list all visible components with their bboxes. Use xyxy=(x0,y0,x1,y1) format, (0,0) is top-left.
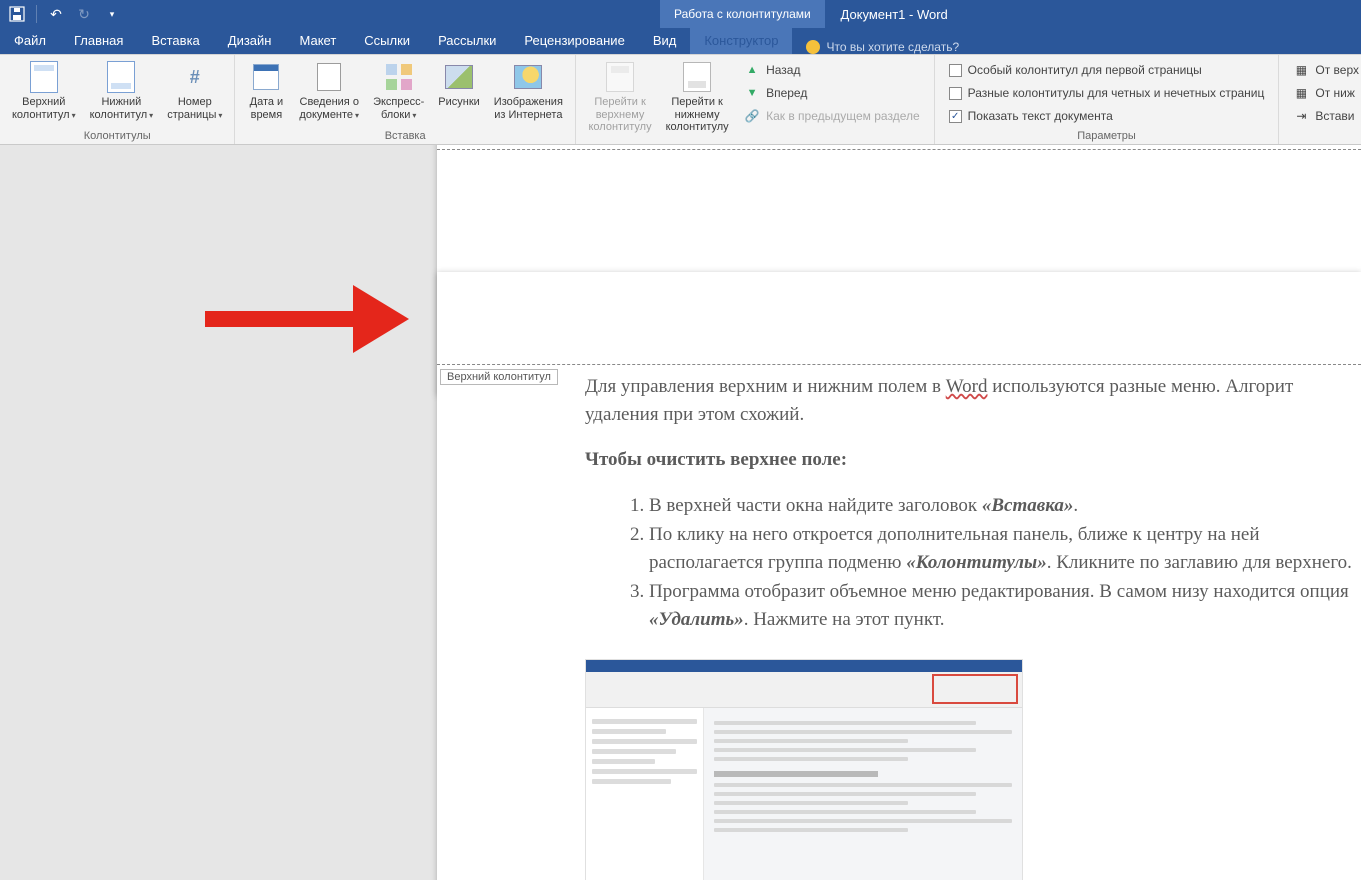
arrow-down-icon: ▼ xyxy=(744,85,760,101)
contextual-tab-title: Работа с колонтитулами xyxy=(660,0,825,28)
online-pictures-button[interactable]: Изображения из Интернета xyxy=(488,57,569,123)
group-label-position xyxy=(1285,129,1361,144)
embedded-screenshot xyxy=(585,659,1023,880)
tab-constructor[interactable]: Конструктор xyxy=(690,27,792,54)
checkbox-icon xyxy=(949,87,962,100)
opt-first-page[interactable]: Особый колонтитул для первой страницы xyxy=(945,59,1269,81)
list-item: В верхней части окна найдите заголовок «… xyxy=(649,492,1361,520)
nav-prev-button[interactable]: ▲ Назад xyxy=(740,59,924,81)
titlebar: ↶ ↻ ▾ Работа с колонтитулами Документ1 -… xyxy=(0,0,1361,28)
ruler-bottom-icon: ▦ xyxy=(1293,85,1309,101)
globe-icon xyxy=(514,65,542,89)
doc-icon xyxy=(317,63,341,91)
nav-next-button[interactable]: ▼ Вперед xyxy=(740,82,924,104)
header-boundary xyxy=(437,364,1361,365)
tell-me-placeholder: Что вы хотите сделать? xyxy=(826,40,959,54)
link-icon: 🔗 xyxy=(744,108,760,124)
docinfo-button[interactable]: Сведения о документе▾ xyxy=(293,57,365,123)
list-item: Программа отобразит объемное меню редакт… xyxy=(649,578,1361,633)
bulb-icon xyxy=(806,40,820,54)
steps-list: В верхней части окна найдите заголовок «… xyxy=(585,492,1361,634)
tab-view[interactable]: Вид xyxy=(639,27,691,54)
document-area[interactable]: Верхний колонтитул Для управления верхни… xyxy=(0,145,1361,880)
arrow-up-icon: ▲ xyxy=(744,62,760,78)
header-icon xyxy=(30,61,58,93)
document-body[interactable]: Для управления верхним и нижним полем в … xyxy=(585,373,1361,635)
goto-header-button: Перейти к верхнему колонтитулу xyxy=(582,57,658,136)
redo-icon[interactable]: ↻ xyxy=(75,5,93,23)
undo-icon[interactable]: ↶ xyxy=(47,5,65,23)
blocks-icon xyxy=(386,64,412,90)
header-button[interactable]: Верхний колонтитул▾ xyxy=(6,57,82,123)
pos-from-top[interactable]: ▦ От верх xyxy=(1289,59,1361,81)
group-label-insert: Вставка xyxy=(241,129,569,144)
hash-icon: # xyxy=(190,67,200,88)
footer-icon xyxy=(107,61,135,93)
quickparts-button[interactable]: Экспресс- блоки▾ xyxy=(367,57,430,123)
list-item: По клику на него откроется дополнительна… xyxy=(649,521,1361,576)
tell-me-search[interactable]: Что вы хотите сделать? xyxy=(792,40,959,54)
tab-layout[interactable]: Макет xyxy=(285,27,350,54)
page-number-button[interactable]: # Номер страницы▾ xyxy=(161,57,228,123)
footer-button[interactable]: Нижний колонтитул▾ xyxy=(84,57,160,123)
picture-icon xyxy=(445,65,473,89)
tab-review[interactable]: Рецензирование xyxy=(510,27,638,54)
ribbon-tabs: Файл Главная Вставка Дизайн Макет Ссылки… xyxy=(0,28,1361,55)
group-insert: Дата и время Сведения о документе▾ Экспр… xyxy=(235,55,576,144)
document-title: Документ1 - Word xyxy=(841,0,948,28)
ruler-top-icon: ▦ xyxy=(1293,62,1309,78)
paragraph-intro: Для управления верхним и нижним полем в … xyxy=(585,373,1361,428)
opt-show-doc[interactable]: ✓ Показать текст документа xyxy=(945,105,1269,127)
qat-customize-icon[interactable]: ▾ xyxy=(103,5,121,23)
group-label-headers: Колонтитулы xyxy=(6,129,228,144)
tab-design[interactable]: Дизайн xyxy=(214,27,286,54)
save-icon[interactable] xyxy=(8,5,26,23)
header-region-tag: Верхний колонтитул xyxy=(440,369,558,385)
checkbox-checked-icon: ✓ xyxy=(949,110,962,123)
opt-odd-even[interactable]: Разные колонтитулы для четных и нечетных… xyxy=(945,82,1269,104)
nav-header-icon xyxy=(606,62,634,92)
highlight-box xyxy=(932,674,1018,704)
datetime-button[interactable]: Дата и время xyxy=(241,57,291,123)
checkbox-icon xyxy=(949,64,962,77)
tab-file[interactable]: Файл xyxy=(0,27,60,54)
footer-boundary xyxy=(437,149,1361,150)
group-headers: Верхний колонтитул▾ Нижний колонтитул▾ #… xyxy=(0,55,235,144)
tab-home[interactable]: Главная xyxy=(60,27,137,54)
calendar-icon xyxy=(253,64,279,90)
pos-from-bottom[interactable]: ▦ От ниж xyxy=(1289,82,1361,104)
tab-align-icon: ⇥ xyxy=(1293,108,1309,124)
quick-access-toolbar: ↶ ↻ ▾ xyxy=(0,5,121,23)
link-previous-button: 🔗 Как в предыдущем разделе xyxy=(740,105,924,127)
nav-footer-icon xyxy=(683,62,711,92)
group-label-options: Параметры xyxy=(941,129,1273,144)
qat-separator xyxy=(36,5,37,23)
goto-footer-button[interactable]: Перейти к нижнему колонтитулу xyxy=(660,57,734,136)
group-position: ▦ От верх ▦ От ниж ⇥ Встави xyxy=(1279,55,1361,144)
pos-insert-align[interactable]: ⇥ Встави xyxy=(1289,105,1361,127)
tab-mailings[interactable]: Рассылки xyxy=(424,27,510,54)
tab-references[interactable]: Ссылки xyxy=(350,27,424,54)
group-options: Особый колонтитул для первой страницы Ра… xyxy=(935,55,1280,144)
pictures-button[interactable]: Рисунки xyxy=(432,57,486,123)
tab-insert[interactable]: Вставка xyxy=(137,27,213,54)
group-navigation: Перейти к верхнему колонтитулу Перейти к… xyxy=(576,55,935,144)
annotation-arrow xyxy=(205,285,415,349)
heading-clear-header: Чтобы очистить верхнее поле: xyxy=(585,446,1361,474)
ribbon: Верхний колонтитул▾ Нижний колонтитул▾ #… xyxy=(0,55,1361,145)
